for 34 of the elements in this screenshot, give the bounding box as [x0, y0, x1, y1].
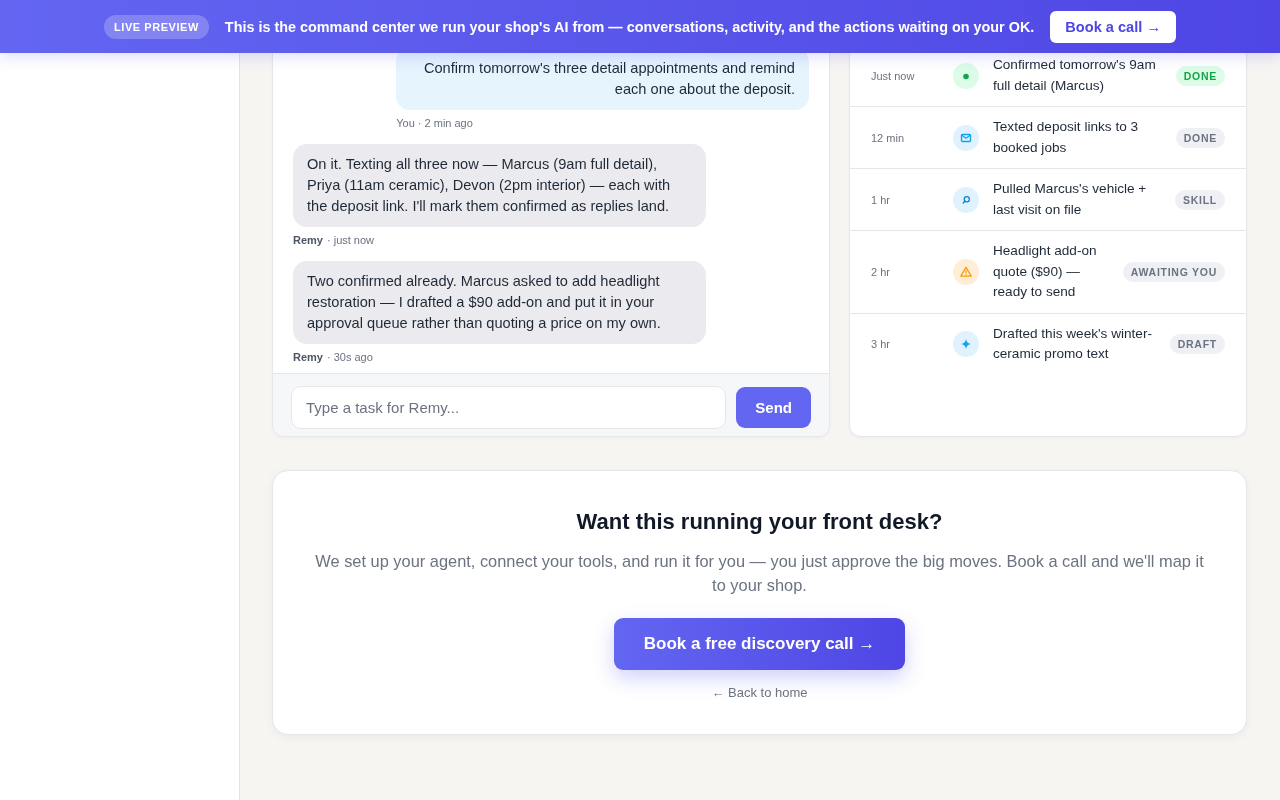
agent-message-bubble: On it. Texting all three now — Marcus (9am full detail), Priya (11am ceramic), Devon (2pm interior) — each with the deposit link. I'll mark them confirmed as replies land.	[293, 144, 706, 227]
cta-title: Want this running your front desk?	[576, 508, 943, 536]
search-icon	[953, 186, 979, 213]
status-badge: DRAFT	[1169, 334, 1225, 354]
activity-text: Texted deposit links to 3 booked jobs	[993, 118, 1140, 157]
status-badge: SKILL	[1175, 189, 1225, 210]
back-home-link[interactable]: ← Back to home	[711, 684, 808, 702]
task-input-field[interactable]: Type a task for Remy...	[291, 386, 727, 429]
book-call-button[interactable]: Book a call →	[1050, 10, 1176, 43]
status-badge: DONE	[1175, 127, 1225, 148]
activity-time: 1 hr	[871, 193, 891, 206]
activity-text: Pulled Marcus's vehicle + last visit on file	[993, 180, 1148, 219]
activity-time: 12 min	[871, 131, 905, 144]
discovery-call-button[interactable]: Book a free discovery call →	[613, 618, 906, 670]
activity-text: Headlight add-on quote ($90) — ready to send	[993, 242, 1098, 301]
live-preview-badge: LIVE PREVIEW	[104, 14, 209, 39]
agent-message-bubble: Two confirmed already. Marcus asked to add headlight restoration — I drafted a $90 add-on and put it in your approval queue rather than quoting a price on my own.	[293, 261, 706, 344]
cta-text: We set up your agent, connect your tools, and run it for you — you just approve the big moves. Book a call and we'll map it to your shop.	[314, 551, 1205, 596]
send-button[interactable]: Send	[736, 387, 811, 428]
status-badge: AWAITING YOU	[1122, 261, 1225, 282]
status-badge: DONE	[1175, 65, 1225, 86]
sparkle-icon	[953, 331, 979, 357]
activity-time: Just now	[871, 69, 916, 82]
warning-icon	[953, 258, 979, 285]
activity-text: Drafted this week's winter-ceramic promo text	[993, 324, 1153, 363]
message-meta: You · 2 min ago	[396, 116, 473, 130]
banner-message: This is the command center we run your shop's AI from — conversations, activity, and the actions waiting on your OK.	[224, 18, 1035, 35]
activity-text: Confirmed tomorrow's 9am full detail (Marcus)	[993, 56, 1157, 95]
message-meta: Remy · 30s ago	[293, 350, 373, 364]
activity-time: 2 hr	[871, 265, 891, 278]
envelope-icon	[953, 124, 979, 151]
message-meta: Remy · just now	[293, 233, 375, 247]
activity-time: 3 hr	[871, 338, 891, 350]
status-dot-icon	[953, 62, 979, 89]
